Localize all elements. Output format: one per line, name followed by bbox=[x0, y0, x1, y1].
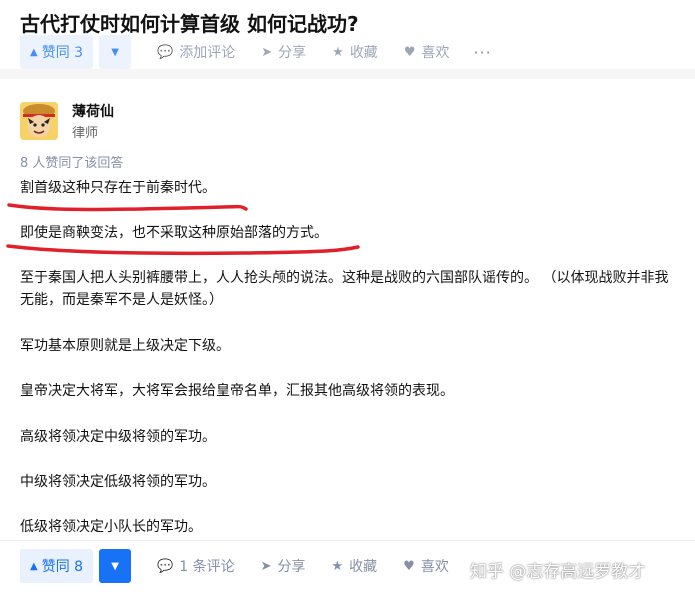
answer-paragraph: 高级将领决定中级将领的军功。 bbox=[20, 429, 216, 445]
question-title[interactable]: 古代打仗时如何计算首级 如何记战功? bbox=[20, 8, 359, 37]
answer-paragraph: 皇帝决定大将军，大将军会报给皇帝名单，汇报其他高级将领的表现。 bbox=[20, 383, 454, 399]
share-label: 分享 bbox=[278, 45, 307, 61]
answer-paragraph: 至于秦国人把人头别裤腰带上，人人抢头颅的说法。这种是战败的六国部队谣传的。 （以… bbox=[20, 270, 669, 308]
answer-paragraph: 中级将领决定低级将领的军功。 bbox=[20, 474, 216, 490]
upvote-label: 赞同 8 bbox=[41, 559, 84, 575]
triangle-up-icon: ▲ bbox=[30, 46, 38, 58]
like-label: 喜欢 bbox=[420, 559, 449, 575]
like-button[interactable]: ♥ 喜欢 bbox=[403, 556, 449, 576]
upvote-button[interactable]: ▲ 赞同 8 bbox=[20, 549, 94, 583]
comments-button[interactable]: 💬 1 条评论 bbox=[157, 556, 235, 576]
answer-paragraph: 割首级这种只存在于前秦时代。 bbox=[20, 177, 680, 199]
avatar-face-icon bbox=[20, 102, 58, 140]
downvote-button[interactable]: ▼ bbox=[99, 35, 132, 69]
share-label: 分享 bbox=[277, 559, 306, 575]
avatar[interactable] bbox=[20, 102, 58, 140]
comment-label: 添加评论 bbox=[179, 45, 236, 61]
author-title: 律师 bbox=[72, 126, 99, 141]
triangle-down-icon: ▼ bbox=[111, 46, 119, 58]
section-divider bbox=[0, 540, 695, 541]
collect-button[interactable]: ★ 收藏 bbox=[332, 556, 378, 576]
collect-label: 收藏 bbox=[349, 45, 378, 61]
highlighted-text: 割首级这种只存在于前秦时代。 bbox=[20, 180, 216, 196]
red-underline-annotation bbox=[7, 203, 248, 212]
share-icon: ➤ bbox=[260, 558, 272, 574]
share-button[interactable]: ➤ 分享 bbox=[261, 556, 306, 576]
comment-icon: 💬 bbox=[157, 44, 174, 60]
heart-icon: ♥ bbox=[403, 44, 416, 60]
collect-button[interactable]: ★ 收藏 bbox=[332, 42, 378, 62]
triangle-down-icon: ▼ bbox=[111, 560, 119, 572]
highlighted-text: 即使是商鞅变法，也不采取这种原始部落的方式。 bbox=[20, 225, 328, 241]
triangle-up-icon: ▲ bbox=[30, 560, 38, 572]
answer-paragraph: 低级将领决定小队长的军功。 bbox=[20, 519, 202, 535]
like-label: 喜欢 bbox=[421, 45, 450, 61]
like-button[interactable]: ♥ 喜欢 bbox=[404, 42, 450, 62]
bottom-action-bar: ▲ 赞同 8 ▼ 💬 1 条评论 ➤ 分享 ★ 收藏 ♥ 喜欢 bbox=[20, 549, 449, 583]
upvote-button[interactable]: ▲ 赞同 3 bbox=[20, 35, 94, 69]
top-action-bar: ▲ 赞同 3 ▼ 💬 添加评论 ➤ 分享 ★ 收藏 ♥ 喜欢 ··· bbox=[20, 35, 492, 69]
watermark: 知乎 @志存高远罗教才 bbox=[470, 562, 646, 582]
more-icon[interactable]: ··· bbox=[473, 43, 491, 62]
upvote-note: 8 人赞同了该回答 bbox=[20, 156, 124, 171]
collect-label: 收藏 bbox=[349, 559, 378, 575]
comment-label: 1 条评论 bbox=[179, 559, 235, 575]
section-divider bbox=[0, 69, 695, 79]
upvote-label: 赞同 3 bbox=[41, 45, 84, 61]
comment-icon: 💬 bbox=[157, 558, 174, 574]
add-comment-button[interactable]: 💬 添加评论 bbox=[157, 42, 235, 62]
share-icon: ➤ bbox=[261, 44, 273, 60]
answer-paragraph: 军功基本原则就是上级决定下级。 bbox=[20, 338, 230, 354]
star-icon: ★ bbox=[332, 44, 344, 60]
answer-paragraph: 即使是商鞅变法，也不采取这种原始部落的方式。 bbox=[20, 222, 680, 244]
downvote-button[interactable]: ▼ bbox=[99, 549, 132, 583]
share-button[interactable]: ➤ 分享 bbox=[261, 42, 306, 62]
heart-icon: ♥ bbox=[403, 558, 415, 574]
author-name[interactable]: 薄荷仙 bbox=[72, 101, 114, 121]
star-icon: ★ bbox=[331, 558, 344, 574]
